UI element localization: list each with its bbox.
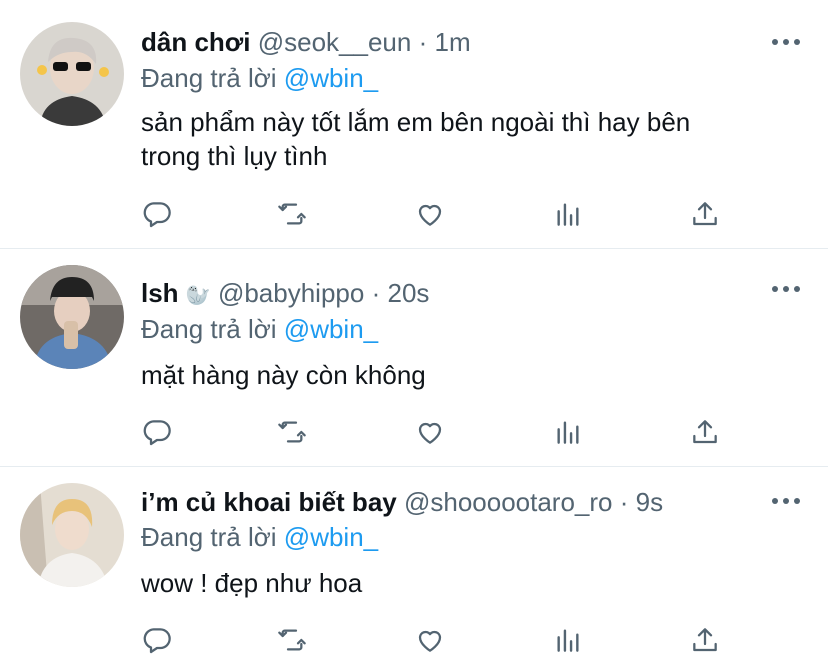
share-upload-icon[interactable]: [689, 416, 725, 452]
replying-to: Đang trả lời @wbin_: [141, 312, 378, 346]
tweet-1[interactable]: dân chơi @seok__eun · 1m Đang trả lời @w…: [0, 0, 828, 248]
bar-chart-icon[interactable]: [552, 416, 588, 452]
tweet-header: dân chơi @seok__eun · 1m: [141, 24, 471, 60]
heart-icon[interactable]: [414, 416, 450, 452]
heart-icon[interactable]: [414, 198, 450, 234]
replying-to-label: Đang trả lời: [141, 314, 277, 344]
tweet-actions: [141, 624, 741, 660]
avatar[interactable]: [20, 265, 124, 369]
tweet-text-line: wow ! đẹp như hoa: [141, 568, 363, 598]
share-upload-icon[interactable]: [689, 624, 725, 660]
mention-link[interactable]: @wbin_: [284, 314, 378, 344]
replying-to-label: Đang trả lời: [141, 63, 277, 93]
separator-dot: ·: [619, 487, 629, 517]
tweet-2[interactable]: lsh 🦭 @babyhippo · 20s Đang trả lời @wbi…: [0, 249, 828, 466]
display-name[interactable]: i’m củ khoai biết bay: [141, 487, 397, 517]
replying-to-label: Đang trả lời: [141, 522, 277, 552]
share-upload-icon[interactable]: [689, 198, 725, 234]
timestamp[interactable]: 9s: [636, 487, 663, 517]
more-dots-icon[interactable]: [772, 496, 800, 506]
replying-to: Đang trả lời @wbin_: [141, 61, 378, 95]
heart-icon[interactable]: [414, 624, 450, 660]
retweet-icon[interactable]: [276, 198, 312, 234]
retweet-icon[interactable]: [276, 624, 312, 660]
speech-bubble-icon[interactable]: [141, 198, 177, 234]
tweet-actions: [141, 416, 741, 452]
display-name[interactable]: dân chơi: [141, 27, 251, 57]
tweet-header: lsh 🦭 @babyhippo · 20s: [141, 275, 429, 311]
retweet-icon[interactable]: [276, 416, 312, 452]
tweet-text-line: trong thì lụy tình: [141, 141, 328, 171]
timestamp[interactable]: 1m: [435, 27, 471, 57]
tweet-text: sản phẩm này tốt lắm em bên ngoài thì ha…: [141, 105, 801, 173]
speech-bubble-icon[interactable]: [141, 416, 177, 452]
tweet-text: mặt hàng này còn không: [141, 358, 801, 392]
mention-link[interactable]: @wbin_: [284, 63, 378, 93]
separator-dot: ·: [371, 278, 381, 308]
tweet-text-line: sản phẩm này tốt lắm em bên ngoài thì ha…: [141, 107, 691, 137]
tweet-header: i’m củ khoai biết bay @shoooootaro_ro · …: [141, 484, 663, 520]
more-dots-icon[interactable]: [772, 37, 800, 47]
mention-link[interactable]: @wbin_: [284, 522, 378, 552]
replying-to: Đang trả lời @wbin_: [141, 520, 378, 554]
tweet-text: wow ! đẹp như hoa: [141, 566, 801, 600]
separator-dot: ·: [418, 27, 428, 57]
bar-chart-icon[interactable]: [552, 624, 588, 660]
avatar[interactable]: [20, 483, 124, 587]
tweet-3[interactable]: i’m củ khoai biết bay @shoooootaro_ro · …: [0, 467, 828, 672]
name-badge-emoji: 🦭: [185, 285, 211, 307]
user-handle[interactable]: @shoooootaro_ro: [404, 487, 613, 517]
timestamp[interactable]: 20s: [387, 278, 429, 308]
avatar[interactable]: [20, 22, 124, 126]
tweet-actions: [141, 198, 741, 234]
user-handle[interactable]: @seok__eun: [258, 27, 412, 57]
user-handle[interactable]: @babyhippo: [218, 278, 364, 308]
display-name[interactable]: lsh: [141, 278, 179, 308]
more-dots-icon[interactable]: [772, 284, 800, 294]
bar-chart-icon[interactable]: [552, 198, 588, 234]
tweet-text-line: mặt hàng này còn không: [141, 360, 426, 390]
speech-bubble-icon[interactable]: [141, 624, 177, 660]
